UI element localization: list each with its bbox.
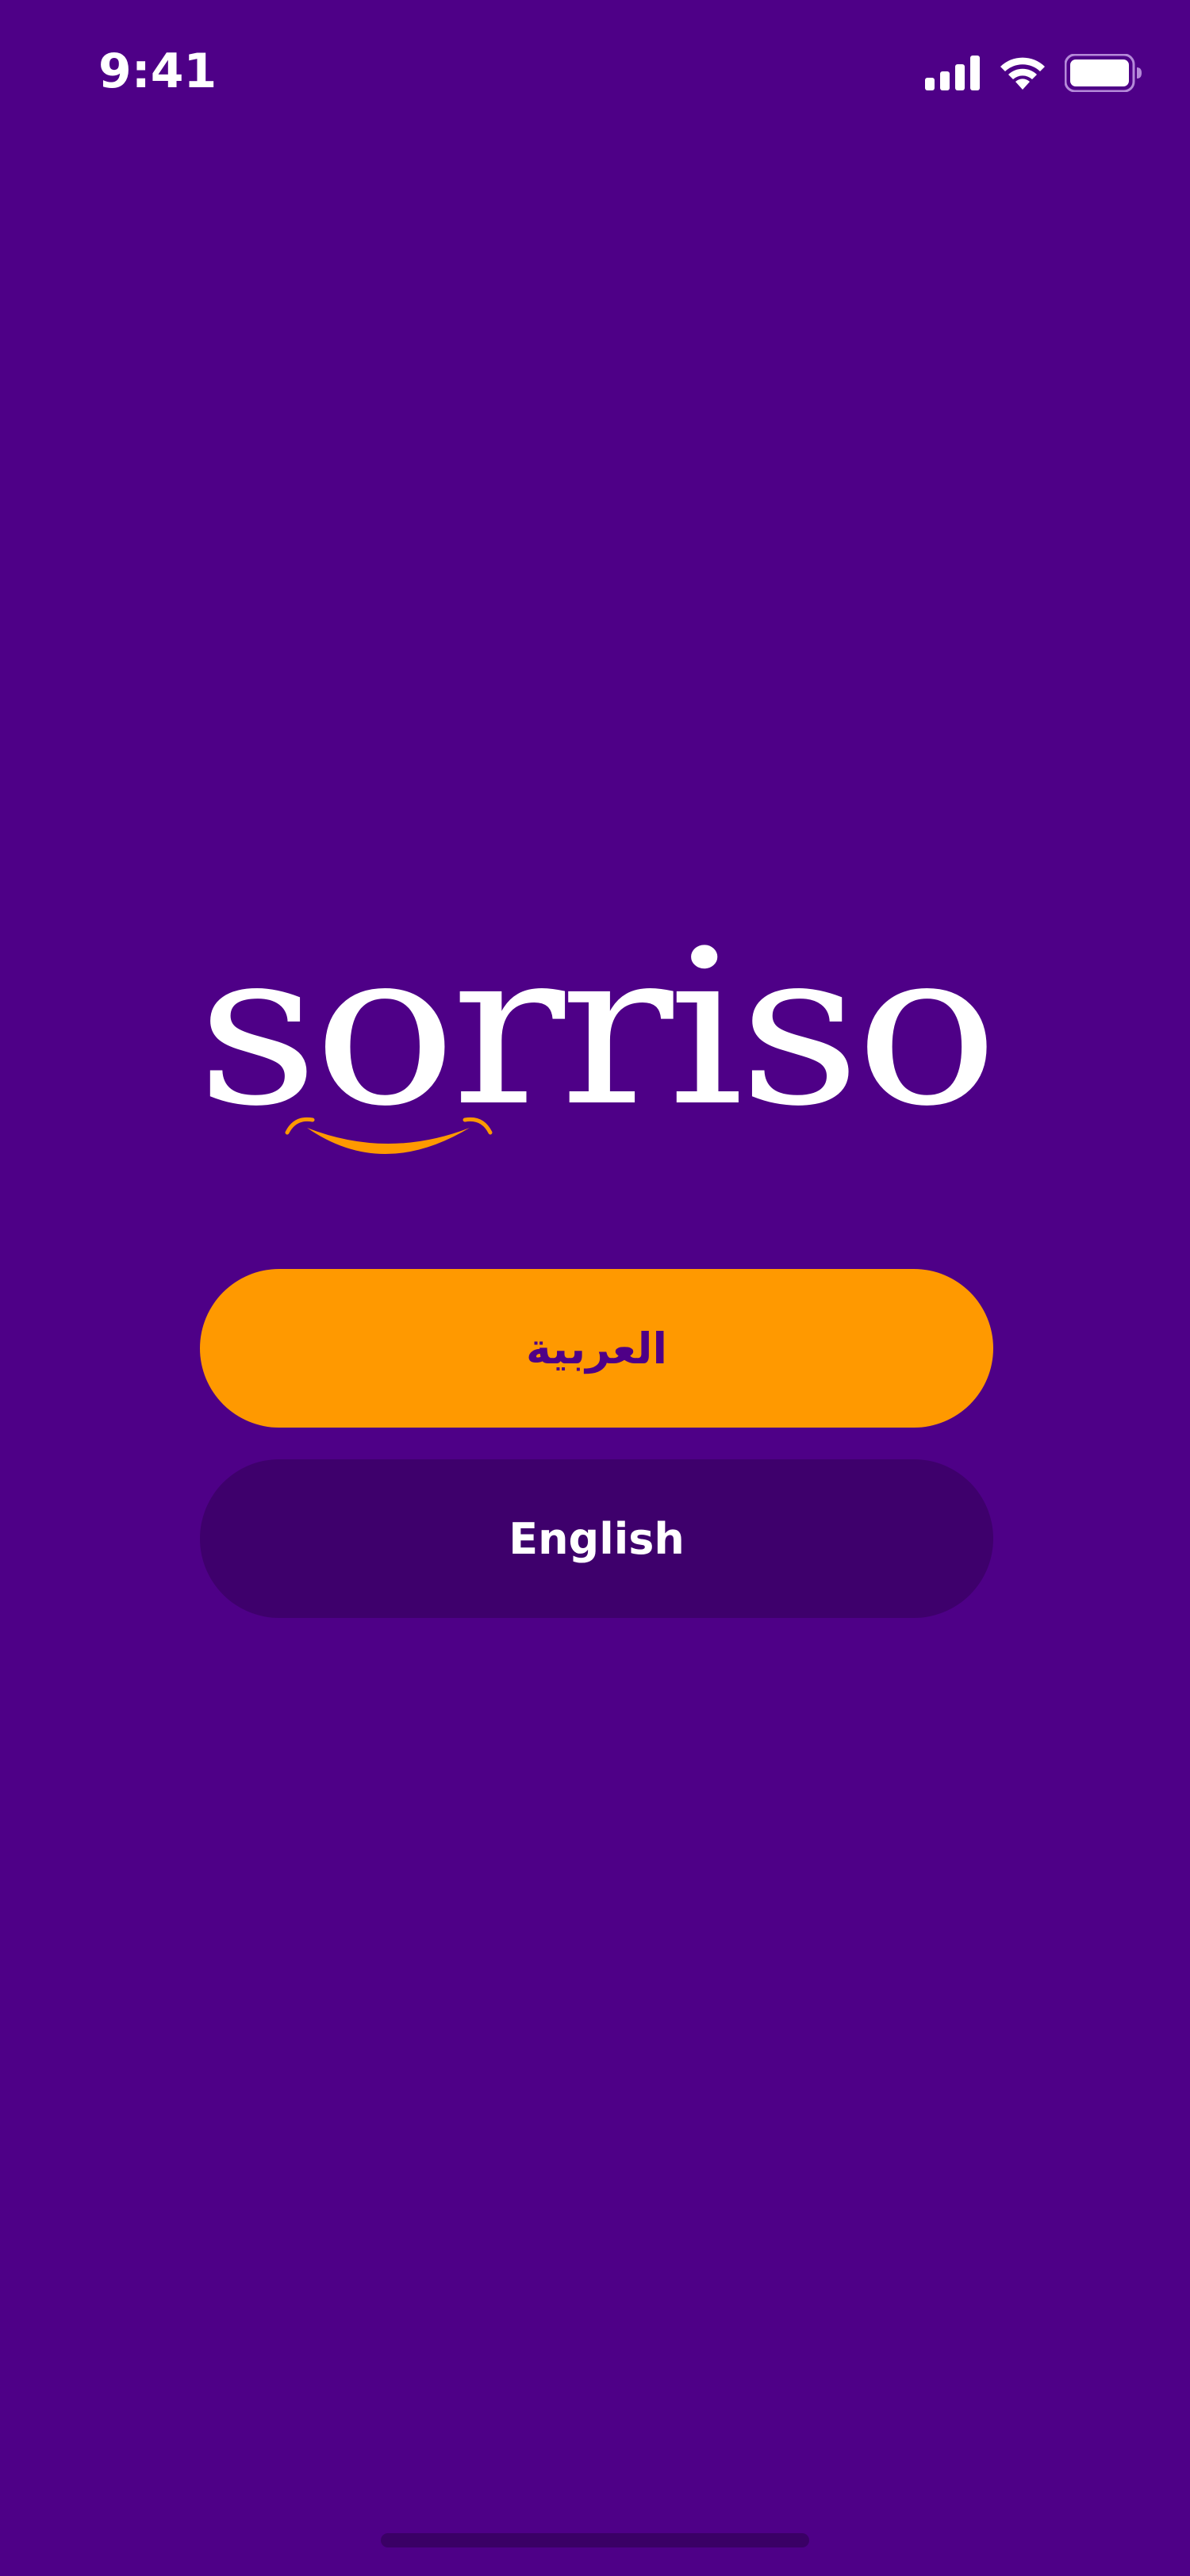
- sorriso-logo: sorriso: [194, 944, 996, 1182]
- wifi-icon: [998, 55, 1047, 91]
- status-icons: [925, 49, 1142, 97]
- home-indicator: [381, 2533, 809, 2547]
- logo-wordmark: sorriso: [197, 944, 993, 1153]
- battery-icon: [1065, 54, 1142, 92]
- status-bar: 9:41: [0, 0, 1190, 143]
- english-language-button[interactable]: English: [200, 1459, 993, 1618]
- english-button-label: English: [509, 1513, 685, 1564]
- status-time: 9:41: [98, 44, 217, 99]
- language-selection-screen: 9:41 sorriso العربية English: [0, 0, 1190, 2576]
- arabic-button-label: العربية: [526, 1323, 667, 1374]
- cellular-signal-icon: [925, 56, 981, 90]
- arabic-language-button[interactable]: العربية: [200, 1269, 993, 1428]
